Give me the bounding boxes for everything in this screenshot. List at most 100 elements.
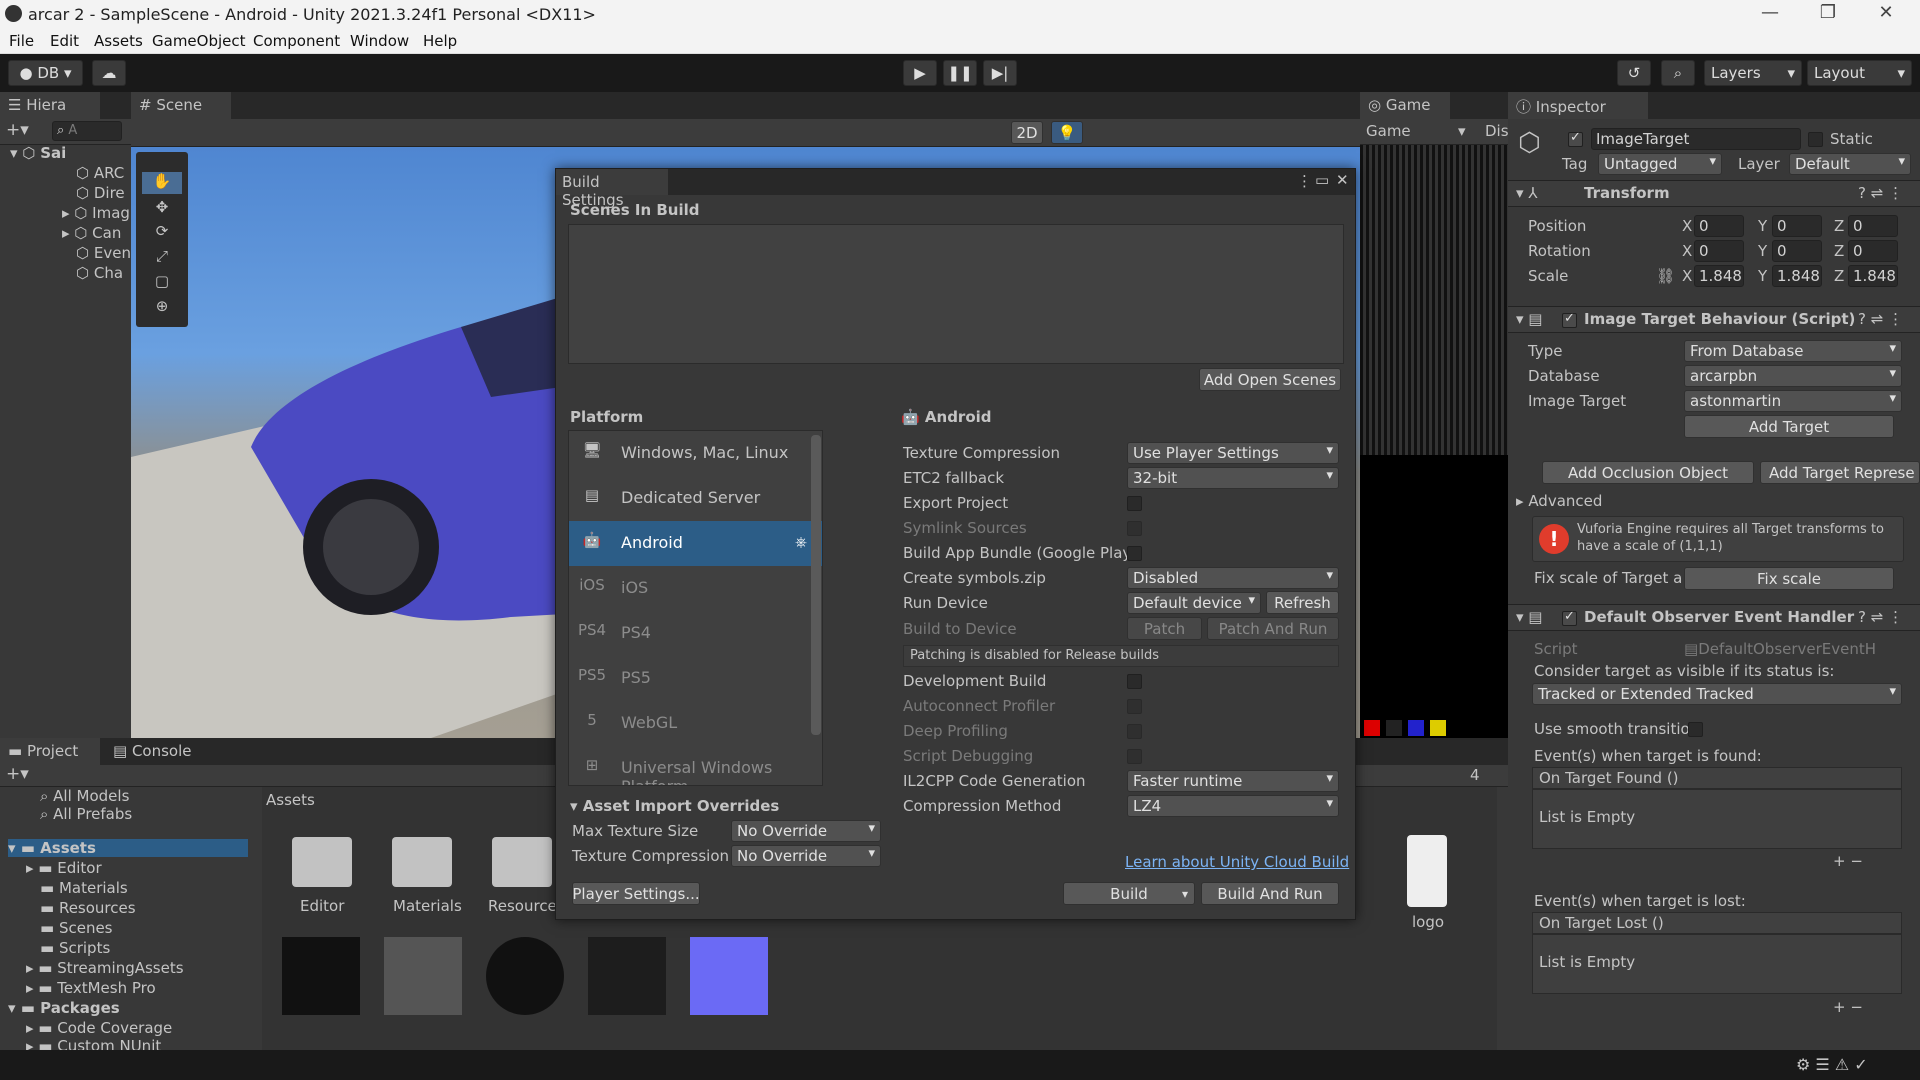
restore-icon[interactable]: ❐ — [1805, 2, 1851, 23]
hand-tool-icon[interactable]: ✋ — [142, 172, 182, 194]
add-target-rep-button[interactable]: Add Target Represe — [1760, 461, 1920, 484]
step-button[interactable]: ▶| — [983, 60, 1017, 86]
folder-icon[interactable] — [492, 837, 552, 887]
transform-tool-icon[interactable]: ⊕ — [142, 297, 182, 315]
asset-import-foldout[interactable]: ▾ Asset Import Overrides — [570, 797, 779, 815]
platform-item[interactable]: PS4 PS4 — [569, 611, 822, 656]
menu-gameobject[interactable]: GameObject — [152, 32, 246, 50]
il2cpp-dropdown[interactable]: Faster runtime — [1127, 770, 1339, 792]
scale-x-field[interactable]: 1.848! — [1694, 265, 1744, 287]
folder-icon[interactable] — [392, 837, 452, 887]
build-dropdown-icon[interactable]: ▾ — [1182, 887, 1188, 901]
tree-folder[interactable]: ▬ Materials — [40, 879, 128, 897]
lighting-toggle[interactable]: 💡 — [1051, 121, 1083, 144]
development-build-checkbox[interactable] — [1127, 674, 1142, 689]
rect-tool-icon[interactable]: ▢ — [142, 272, 182, 290]
more-icon[interactable]: ⋮ — [1297, 172, 1312, 190]
search-button[interactable]: ⌕ — [1661, 60, 1695, 86]
etc2-fallback-dropdown[interactable]: 32-bit — [1127, 467, 1339, 489]
help-icon[interactable]: ? ⇌ ⋮ — [1858, 310, 1903, 328]
fix-scale-button[interactable]: Fix scale — [1684, 567, 1894, 590]
type-dropdown[interactable]: From Database — [1684, 340, 1902, 362]
export-project-checkbox[interactable] — [1127, 496, 1142, 511]
active-checkbox[interactable] — [1568, 130, 1583, 147]
patch-and-run-button[interactable]: Patch And Run — [1207, 617, 1339, 640]
player-settings-button[interactable]: Player Settings... — [572, 882, 700, 905]
tree-folder[interactable]: ▸ ▬ Code Coverage — [26, 1019, 172, 1037]
tree-assets[interactable]: ▾ ▬ Assets — [8, 839, 248, 857]
hierarchy-item[interactable]: ⬡ Dire — [76, 184, 125, 202]
itb-enabled-checkbox[interactable] — [1562, 311, 1577, 328]
smooth-checkbox[interactable] — [1688, 722, 1703, 737]
scale-y-field[interactable]: 1.848! — [1772, 265, 1822, 287]
build-and-run-button[interactable]: Build And Run — [1201, 882, 1339, 905]
add-event-icon[interactable]: + − — [1833, 998, 1863, 1016]
object-name-field[interactable]: ImageTarget — [1591, 128, 1801, 150]
hierarchy-item[interactable]: ▸ ⬡ Can — [62, 224, 121, 242]
autoconnect-profiler-checkbox[interactable] — [1127, 699, 1142, 714]
hierarchy-search-input[interactable]: ⌕ A — [52, 121, 122, 141]
tab-game[interactable]: ◎ Game — [1360, 92, 1450, 119]
transform-header[interactable]: ▾ ⅄ Transform ? ⇌ ⋮ — [1508, 180, 1920, 207]
script-field[interactable]: ▤DefaultObserverEventH — [1684, 640, 1902, 658]
cloud-build-link[interactable]: Learn about Unity Cloud Build — [1125, 853, 1349, 871]
platform-item[interactable]: 🖥 Windows, Mac, Linux — [569, 431, 822, 476]
patch-button[interactable]: Patch — [1127, 617, 1202, 640]
add-asset-icon[interactable]: +▾ — [6, 764, 29, 784]
create-symbols-dropdown[interactable]: Disabled — [1127, 567, 1339, 589]
add-icon[interactable]: +▾ — [6, 120, 29, 140]
refresh-button[interactable]: Refresh — [1266, 591, 1339, 614]
cloud-button[interactable]: ☁ — [92, 60, 126, 86]
menu-file[interactable]: File — [9, 32, 34, 50]
position-x-field[interactable]: 0 — [1694, 215, 1744, 237]
favorite-all-prefabs[interactable]: ⌕ All Prefabs — [40, 805, 132, 823]
account-button[interactable]: ● DB ▾ — [8, 60, 83, 86]
hierarchy-item[interactable]: ⬡ Cha — [76, 264, 123, 282]
minimize-icon[interactable]: — — [1747, 2, 1793, 23]
build-button[interactable]: Build ▾ — [1063, 882, 1195, 905]
build-app-bundle-checkbox[interactable] — [1127, 546, 1142, 561]
close-icon[interactable]: ✕ — [1863, 2, 1909, 23]
texture-compression-dropdown[interactable]: Use Player Settings — [1127, 442, 1339, 464]
favorite-all-models[interactable]: ⌕ All Models — [40, 787, 129, 805]
observer-header[interactable]: ▾ ▤ Default Observer Event Handler ? ⇌ ⋮ — [1508, 604, 1920, 631]
tree-folder[interactable]: ▸ ▬ StreamingAssets — [26, 959, 184, 977]
hierarchy-item[interactable]: ⬡ ARC — [76, 164, 124, 182]
tree-folder[interactable]: ▸ ▬ Editor — [26, 859, 102, 877]
position-z-field[interactable]: 0 — [1848, 215, 1898, 237]
platform-item[interactable]: ⊞ Universal Windows Platform — [569, 746, 822, 785]
asset-thumbnail[interactable] — [486, 937, 564, 1015]
platform-item[interactable]: PS5 PS5 — [569, 656, 822, 701]
add-target-button[interactable]: Add Target — [1684, 415, 1894, 438]
compression-method-dropdown[interactable]: LZ4 — [1127, 795, 1339, 817]
asset-thumbnail[interactable] — [384, 937, 462, 1015]
database-dropdown[interactable]: arcarpbn — [1684, 365, 1902, 387]
tab-project[interactable]: ▬ Project — [0, 738, 100, 765]
scale-tool-icon[interactable]: ⤢ — [142, 247, 182, 265]
history-button[interactable]: ↺ — [1617, 60, 1651, 86]
tab-hierarchy[interactable]: ☰ Hiera — [0, 92, 100, 119]
tree-folder[interactable]: ▬ Resources — [40, 899, 136, 917]
position-y-field[interactable]: 0 — [1772, 215, 1822, 237]
tree-folder[interactable]: ▬ Scenes — [40, 919, 113, 937]
mode-2d-button[interactable]: 2D — [1011, 121, 1043, 144]
texture-compression-override-dropdown[interactable]: No Override — [731, 845, 881, 867]
add-open-scenes-button[interactable]: Add Open Scenes — [1199, 368, 1341, 391]
symlink-sources-checkbox[interactable] — [1127, 521, 1142, 536]
advanced-foldout[interactable]: ▸ Advanced — [1516, 492, 1602, 510]
tree-packages[interactable]: ▾ ▬ Packages — [8, 999, 120, 1017]
tab-console[interactable]: ▤ Console — [105, 738, 205, 765]
platform-item[interactable]: 5 WebGL — [569, 701, 822, 746]
help-icon[interactable]: ? ⇌ ⋮ — [1858, 184, 1903, 202]
menu-edit[interactable]: Edit — [50, 32, 79, 50]
menu-window[interactable]: Window — [350, 32, 409, 50]
rotate-tool-icon[interactable]: ⟳ — [142, 222, 182, 240]
menu-component[interactable]: Component — [253, 32, 340, 50]
tab-scene[interactable]: # Scene — [131, 92, 231, 119]
observer-enabled-checkbox[interactable] — [1562, 609, 1577, 626]
hierarchy-item[interactable]: ⬡ Even — [76, 244, 131, 262]
scene-root[interactable]: ▾ ⬡ Sai — [10, 144, 66, 164]
menu-help[interactable]: Help — [423, 32, 457, 50]
deep-profiling-checkbox[interactable] — [1127, 724, 1142, 739]
link-icon[interactable]: ⛓ — [1656, 267, 1675, 285]
